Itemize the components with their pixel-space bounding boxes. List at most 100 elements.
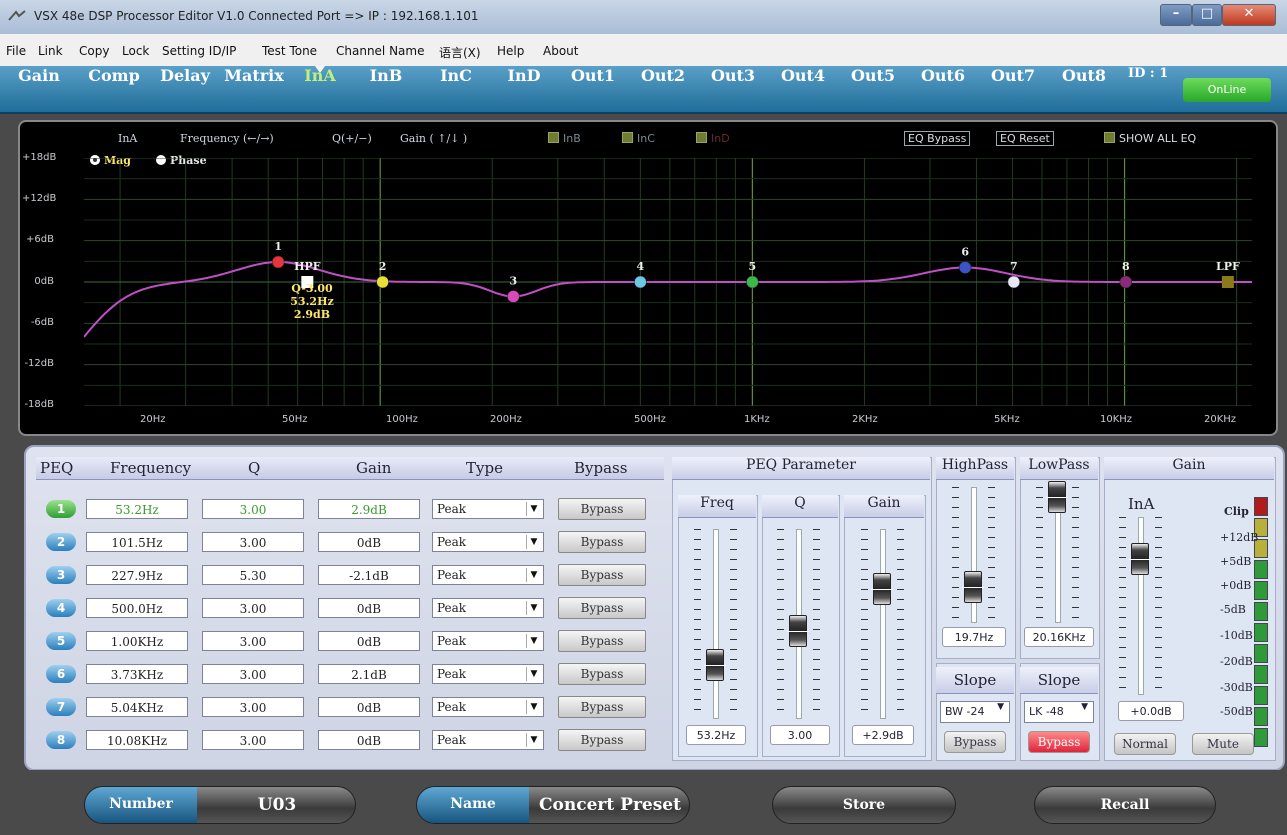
- online-button[interactable]: OnLine: [1183, 78, 1271, 102]
- eq-bypass-button[interactable]: EQ Bypass: [904, 131, 971, 146]
- gain-value-box[interactable]: +2.9dB: [852, 725, 914, 745]
- menu-setting-id-ip[interactable]: Setting ID/IP: [162, 44, 236, 58]
- filter-type-select[interactable]: Peak ▼: [432, 664, 544, 684]
- q-value-box[interactable]: 3.00: [770, 725, 830, 745]
- close-button[interactable]: ✕: [1222, 4, 1276, 26]
- tab-delay[interactable]: Delay: [150, 66, 220, 112]
- q-input[interactable]: 3.00: [202, 499, 304, 519]
- frequency-input[interactable]: 53.2Hz: [86, 499, 188, 519]
- filter-type-select[interactable]: Peak ▼: [432, 532, 544, 552]
- frequency-input[interactable]: 1.00KHz: [86, 631, 188, 651]
- store-button[interactable]: Store: [772, 786, 956, 824]
- link-ind-checkbox[interactable]: InD: [696, 132, 730, 145]
- filter-type-select[interactable]: Peak ▼: [432, 631, 544, 651]
- eq-reset-button[interactable]: EQ Reset: [996, 131, 1054, 146]
- gain-slider-track[interactable]: [880, 529, 886, 719]
- eq-graph[interactable]: InA Frequency (←/→) Q(+/−) Gain ( ↑/↓ ) …: [18, 120, 1278, 436]
- q-input[interactable]: 3.00: [202, 532, 304, 552]
- band-bypass-button[interactable]: Bypass: [558, 597, 646, 619]
- show-all-eq-checkbox[interactable]: SHOW ALL EQ: [1104, 132, 1196, 145]
- master-gain-value[interactable]: +0.0dB: [1118, 701, 1184, 721]
- tab-comp[interactable]: Comp: [80, 66, 148, 112]
- frequency-input[interactable]: 5.04KHz: [86, 697, 188, 717]
- filter-type-select[interactable]: Peak ▼: [432, 730, 544, 750]
- gain-input[interactable]: 0dB: [318, 532, 420, 552]
- lowpass-slope-select[interactable]: LK -48 ▼: [1024, 701, 1094, 723]
- tab-ind[interactable]: InD: [490, 66, 558, 112]
- band-bypass-button[interactable]: Bypass: [558, 630, 646, 652]
- tab-matrix[interactable]: Matrix: [220, 66, 288, 112]
- gain-input[interactable]: 2.9dB: [318, 499, 420, 519]
- tab-gain[interactable]: Gain: [0, 66, 78, 112]
- gain-input[interactable]: 0dB: [318, 598, 420, 618]
- highpass-slider-knob[interactable]: [962, 571, 984, 603]
- band-bypass-button[interactable]: Bypass: [558, 663, 646, 685]
- band-bypass-button[interactable]: Bypass: [558, 696, 646, 718]
- highpass-bypass-button[interactable]: Bypass: [944, 731, 1006, 753]
- peq-band-select-button[interactable]: 2: [46, 533, 76, 551]
- menu-file[interactable]: File: [6, 44, 26, 58]
- q-input[interactable]: 5.30: [202, 565, 304, 585]
- lowpass-slider-knob[interactable]: [1046, 481, 1068, 513]
- link-inb-checkbox[interactable]: InB: [548, 132, 581, 145]
- frequency-input[interactable]: 227.9Hz: [86, 565, 188, 585]
- menu-test-tone[interactable]: Test Tone: [262, 44, 317, 58]
- peq-band-select-button[interactable]: 5: [46, 632, 76, 650]
- menu-about[interactable]: About: [543, 44, 578, 58]
- normal-button[interactable]: Normal: [1114, 733, 1176, 755]
- tab-out1[interactable]: Out1: [558, 66, 628, 112]
- recall-button[interactable]: Recall: [1034, 786, 1216, 824]
- menu-channel-name[interactable]: Channel Name: [336, 44, 424, 58]
- filter-type-select[interactable]: Peak ▼: [432, 565, 544, 585]
- band-bypass-button[interactable]: Bypass: [558, 564, 646, 586]
- band-bypass-button[interactable]: Bypass: [558, 729, 646, 751]
- frequency-input[interactable]: 10.08KHz: [86, 730, 188, 750]
- freq-slider-track[interactable]: [713, 529, 719, 719]
- peq-band-select-button[interactable]: 8: [46, 731, 76, 749]
- frequency-input[interactable]: 3.73KHz: [86, 664, 188, 684]
- gain-input[interactable]: -2.1dB: [318, 565, 420, 585]
- peq-band-select-button[interactable]: 7: [46, 698, 76, 716]
- maximize-button[interactable]: □: [1192, 4, 1222, 26]
- tab-inc[interactable]: InC: [422, 66, 490, 112]
- tab-out2[interactable]: Out2: [628, 66, 698, 112]
- eq-plot-area[interactable]: 1 2 3 4 5 6 7 8 HPF LPF: [84, 158, 1252, 406]
- peq-band-select-button[interactable]: 3: [46, 566, 76, 584]
- menu-lock[interactable]: Lock: [122, 44, 149, 58]
- tab-inb[interactable]: InB: [352, 66, 420, 112]
- filter-type-select[interactable]: Peak ▼: [432, 499, 544, 519]
- gain-input[interactable]: 0dB: [318, 730, 420, 750]
- gain-input[interactable]: 0dB: [318, 631, 420, 651]
- q-input[interactable]: 3.00: [202, 664, 304, 684]
- highpass-freq-value[interactable]: 19.7Hz: [942, 627, 1006, 647]
- tab-ina[interactable]: InA: [288, 66, 352, 112]
- freq-value-box[interactable]: 53.2Hz: [686, 725, 746, 745]
- tab-out7[interactable]: Out7: [978, 66, 1048, 112]
- freq-slider-knob[interactable]: [704, 649, 726, 681]
- preset-name-control[interactable]: Name Concert Preset: [416, 786, 690, 824]
- frequency-input[interactable]: 101.5Hz: [86, 532, 188, 552]
- mute-button[interactable]: Mute: [1192, 733, 1254, 755]
- filter-type-select[interactable]: Peak ▼: [432, 598, 544, 618]
- tab-out3[interactable]: Out3: [698, 66, 768, 112]
- menu-link[interactable]: Link: [38, 44, 63, 58]
- menu-copy[interactable]: Copy: [79, 44, 109, 58]
- minimize-button[interactable]: –: [1160, 4, 1192, 26]
- q-input[interactable]: 3.00: [202, 730, 304, 750]
- tab-out4[interactable]: Out4: [768, 66, 838, 112]
- peq-band-select-button[interactable]: 4: [46, 599, 76, 617]
- q-slider-knob[interactable]: [787, 615, 809, 647]
- tab-out8[interactable]: Out8: [1048, 66, 1120, 112]
- gain-slider-knob[interactable]: [871, 573, 893, 605]
- q-input[interactable]: 3.00: [202, 697, 304, 717]
- highpass-slope-select[interactable]: BW -24 ▼: [940, 701, 1010, 723]
- filter-type-select[interactable]: Peak ▼: [432, 697, 544, 717]
- link-inc-checkbox[interactable]: InC: [622, 132, 655, 145]
- gain-input[interactable]: 2.1dB: [318, 664, 420, 684]
- lowpass-bypass-button[interactable]: Bypass: [1028, 731, 1090, 753]
- band-bypass-button[interactable]: Bypass: [558, 531, 646, 553]
- peq-band-select-button[interactable]: 1: [46, 500, 76, 518]
- tab-out5[interactable]: Out5: [838, 66, 908, 112]
- tab-out6[interactable]: Out6: [908, 66, 978, 112]
- menu-help[interactable]: Help: [497, 44, 524, 58]
